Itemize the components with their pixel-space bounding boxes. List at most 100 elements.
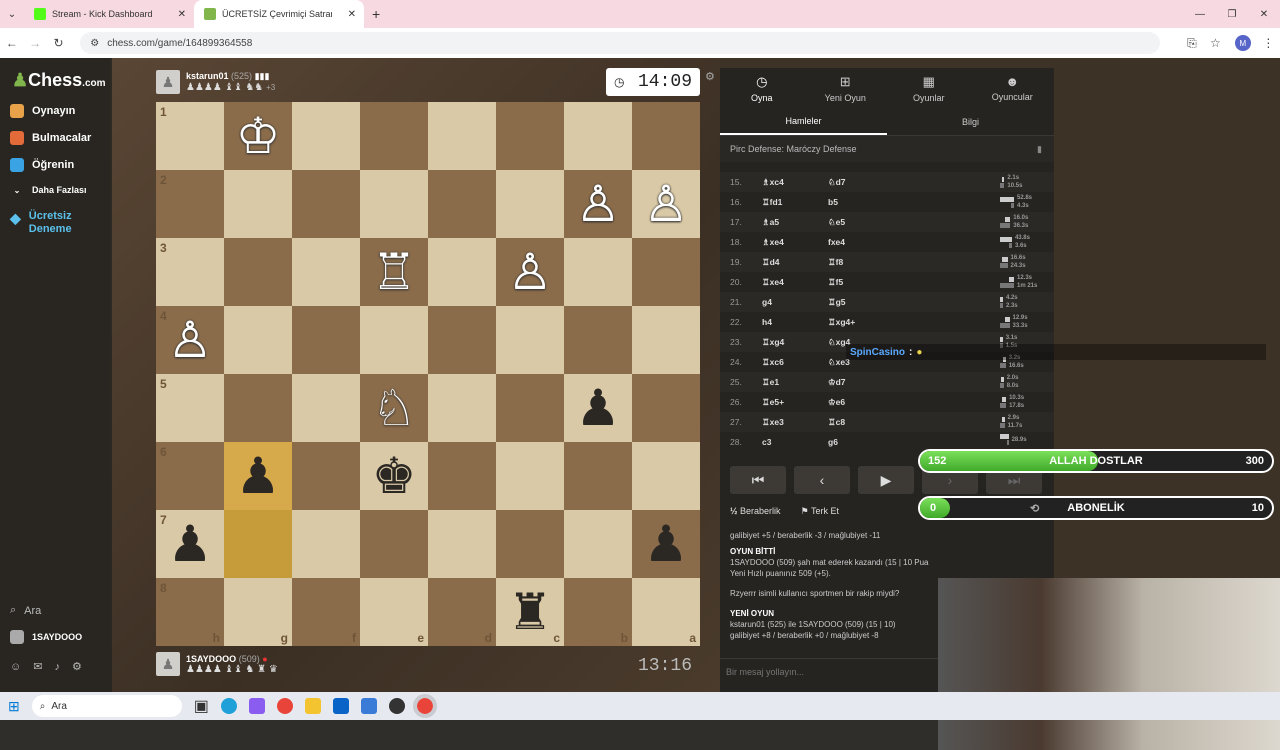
white-move[interactable]: c3 bbox=[762, 437, 828, 447]
board-square[interactable] bbox=[292, 102, 360, 170]
black-move[interactable]: fxe4 bbox=[828, 237, 928, 247]
reload-icon[interactable]: ↻ bbox=[47, 36, 70, 50]
sidebar-item-puzzles[interactable]: Bulmacalar bbox=[10, 131, 91, 145]
black-pawn-piece[interactable]: ♟ bbox=[168, 519, 213, 569]
board-square[interactable] bbox=[428, 170, 496, 238]
board-square[interactable]: 8h bbox=[156, 578, 224, 646]
board-square[interactable] bbox=[292, 442, 360, 510]
restore-icon[interactable]: ❐ bbox=[1216, 0, 1248, 28]
sidebar-item-play[interactable]: Oynayın bbox=[10, 104, 75, 118]
black-move[interactable]: ♖xg4+ bbox=[828, 317, 928, 328]
copilot-icon[interactable] bbox=[248, 698, 265, 714]
white-pawn-piece[interactable]: ♙ bbox=[576, 179, 621, 229]
board-square[interactable] bbox=[496, 306, 564, 374]
windows-start-icon[interactable]: ⊞ bbox=[8, 698, 20, 715]
tab-menu-icon[interactable]: ⌄ bbox=[0, 9, 24, 20]
board-square[interactable]: ♙ bbox=[496, 238, 564, 306]
chess-board[interactable]: 1 ♔ 2 ♙ ♙ 3 ♖ ♙ 4 ♙ 5 ♘ ♟ 6 ♟ ♚ 7 ♟ ♟ 8 h g f e d c ♜ b a bbox=[156, 102, 700, 646]
board-square[interactable] bbox=[224, 238, 292, 306]
tab-info[interactable]: Bilgi bbox=[887, 108, 1054, 135]
black-move[interactable]: ♖c8 bbox=[828, 417, 928, 428]
prev-move-button[interactable]: ‹ bbox=[794, 466, 850, 494]
white-move[interactable]: ♖xe3 bbox=[762, 417, 828, 428]
resign-button[interactable]: ⚑ Terk Et bbox=[801, 506, 839, 517]
sidebar-user[interactable]: 1SAYDOOO bbox=[10, 630, 82, 644]
board-square[interactable] bbox=[564, 102, 632, 170]
settings-icon[interactable]: ⚙ bbox=[72, 660, 82, 673]
tab-chess[interactable]: ÜCRETSİZ Çevrimiçi Satranç Oy ✕ bbox=[194, 0, 364, 28]
board-square[interactable] bbox=[564, 238, 632, 306]
bottom-player-avatar[interactable]: ♟ bbox=[156, 652, 180, 676]
tab-new-game[interactable]: ⊞ Yeni Oyun bbox=[804, 68, 888, 108]
board-square[interactable] bbox=[292, 510, 360, 578]
board-square[interactable]: ♖ bbox=[360, 238, 428, 306]
black-move[interactable]: ♘e5 bbox=[828, 217, 928, 228]
white-move[interactable]: g4 bbox=[762, 297, 828, 307]
board-square[interactable] bbox=[360, 306, 428, 374]
board-square[interactable] bbox=[632, 102, 700, 170]
chrome-icon[interactable] bbox=[276, 698, 293, 714]
white-move[interactable]: ♖xg4 bbox=[762, 337, 828, 348]
board-square[interactable]: 3 bbox=[156, 238, 224, 306]
white-move[interactable]: ♖fd1 bbox=[762, 197, 828, 208]
board-square[interactable] bbox=[292, 170, 360, 238]
close-tab-icon[interactable]: ✕ bbox=[348, 9, 356, 20]
black-pawn-piece[interactable]: ♟ bbox=[236, 451, 281, 501]
install-icon[interactable]: ⎘ bbox=[1180, 36, 1203, 51]
board-square[interactable] bbox=[496, 374, 564, 442]
black-move[interactable]: ♖f8 bbox=[828, 257, 928, 268]
white-knight-piece[interactable]: ♘ bbox=[372, 383, 417, 433]
board-square[interactable] bbox=[632, 374, 700, 442]
board-square[interactable]: 5 bbox=[156, 374, 224, 442]
next-move-button[interactable]: ▶ bbox=[858, 466, 914, 494]
board-square[interactable]: a bbox=[632, 578, 700, 646]
tab-games[interactable]: ▦ Oyunlar bbox=[887, 68, 971, 108]
white-pawn-piece[interactable]: ♙ bbox=[644, 179, 689, 229]
sidebar-item-learn[interactable]: Öğrenin bbox=[10, 158, 74, 172]
white-move[interactable]: ♖xe4 bbox=[762, 277, 828, 288]
bell-icon[interactable]: ♪ bbox=[54, 661, 60, 673]
board-square[interactable] bbox=[564, 442, 632, 510]
board-square[interactable] bbox=[496, 102, 564, 170]
white-move[interactable]: ♖e1 bbox=[762, 377, 828, 388]
new-tab-button[interactable]: + bbox=[372, 6, 380, 22]
black-move[interactable]: b5 bbox=[828, 197, 928, 207]
board-square[interactable] bbox=[428, 374, 496, 442]
board-square[interactable] bbox=[496, 510, 564, 578]
obs-icon[interactable] bbox=[388, 698, 405, 714]
white-move[interactable]: ♖d4 bbox=[762, 257, 828, 268]
board-square[interactable] bbox=[428, 510, 496, 578]
board-square[interactable] bbox=[632, 442, 700, 510]
board-square[interactable]: 2 bbox=[156, 170, 224, 238]
minimize-icon[interactable]: — bbox=[1184, 0, 1216, 28]
board-square[interactable]: g bbox=[224, 578, 292, 646]
close-window-icon[interactable]: ✕ bbox=[1248, 0, 1280, 28]
board-square[interactable]: 1 bbox=[156, 102, 224, 170]
board-square[interactable]: ♟ bbox=[564, 374, 632, 442]
tab-kick[interactable]: Stream - Kick Dashboard ✕ bbox=[24, 0, 194, 28]
chrome-profile-icon[interactable] bbox=[412, 694, 437, 718]
tab-moves[interactable]: Hamleler bbox=[720, 108, 887, 135]
board-square[interactable] bbox=[632, 238, 700, 306]
draw-button[interactable]: ½ Beraberlik bbox=[730, 506, 781, 517]
board-square[interactable] bbox=[428, 238, 496, 306]
board-square[interactable]: ♘ bbox=[360, 374, 428, 442]
sidebar-search[interactable]: ⌕ Ara bbox=[10, 604, 41, 617]
trash-icon[interactable]: ▮ bbox=[1037, 144, 1042, 155]
black-move[interactable]: ♔d7 bbox=[828, 377, 928, 388]
board-square[interactable]: e bbox=[360, 578, 428, 646]
close-tab-icon[interactable]: ✕ bbox=[178, 9, 186, 20]
black-move[interactable]: ♘d7 bbox=[828, 177, 928, 188]
black-move[interactable]: ♖f5 bbox=[828, 277, 928, 288]
bottom-player-name[interactable]: 1SAYDOOO bbox=[186, 654, 236, 664]
board-square[interactable]: ♚ bbox=[360, 442, 428, 510]
url-field[interactable]: ⚙ chess.com/game/164899364558 bbox=[80, 32, 1161, 54]
board-square[interactable] bbox=[224, 374, 292, 442]
white-rook-piece[interactable]: ♖ bbox=[372, 247, 417, 297]
black-rook-piece[interactable]: ♜ bbox=[508, 587, 553, 637]
white-move[interactable]: h4 bbox=[762, 317, 828, 327]
board-square[interactable]: b bbox=[564, 578, 632, 646]
board-square[interactable] bbox=[224, 510, 292, 578]
black-move[interactable]: ♔e6 bbox=[828, 397, 928, 408]
board-square[interactable]: ♟ bbox=[632, 510, 700, 578]
